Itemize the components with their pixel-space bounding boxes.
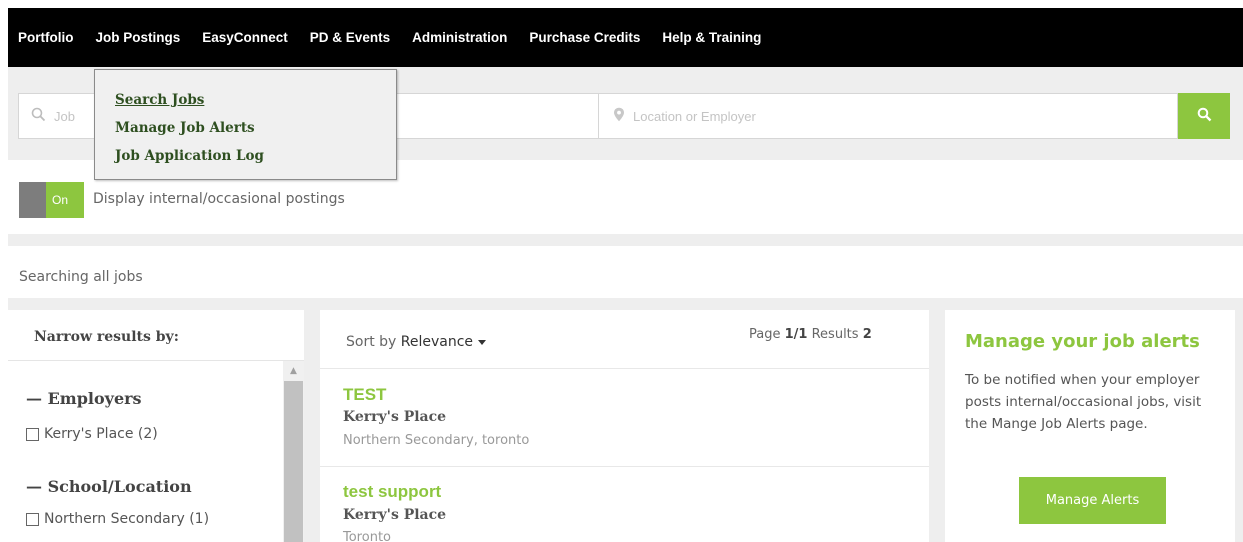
toggle-knob bbox=[19, 182, 46, 218]
location-employer-input[interactable]: Location or Employer bbox=[598, 93, 1178, 139]
job-postings-dropdown: Search Jobs Manage Job Alerts Job Applic… bbox=[94, 69, 397, 180]
nav-item-portfolio[interactable]: Portfolio bbox=[18, 30, 74, 45]
filter-scrollbar-thumb[interactable] bbox=[284, 381, 303, 542]
job-title-link[interactable]: test support bbox=[343, 482, 441, 502]
results-divider bbox=[320, 466, 929, 467]
scroll-up-arrow-icon[interactable]: ▲ bbox=[284, 363, 303, 379]
facet-option-northern-secondary[interactable]: Northern Secondary (1) bbox=[26, 511, 209, 527]
filter-panel-title: Narrow results by: bbox=[34, 329, 179, 345]
job-alerts-title: Manage your job alerts bbox=[965, 331, 1200, 352]
job-location: Northern Secondary, toronto bbox=[343, 433, 530, 448]
manage-alerts-button[interactable]: Manage Alerts bbox=[1019, 477, 1166, 524]
facet-title-school-location[interactable]: — School/Location bbox=[26, 477, 192, 496]
toggle-state-label: On bbox=[52, 193, 69, 207]
job-location: Toronto bbox=[343, 530, 391, 542]
nav-item-job-postings[interactable]: Job Postings bbox=[96, 30, 181, 45]
location-placeholder: Location or Employer bbox=[633, 108, 756, 124]
dropdown-item-manage-job-alerts[interactable]: Manage Job Alerts bbox=[115, 114, 376, 142]
page-value: 1/1 bbox=[784, 327, 808, 342]
searching-section bbox=[8, 246, 1243, 298]
checkbox[interactable] bbox=[26, 427, 39, 441]
dropdown-item-search-jobs[interactable]: Search Jobs bbox=[115, 86, 376, 114]
nav-item-easyconnect[interactable]: EasyConnect bbox=[202, 30, 288, 45]
map-pin-icon bbox=[613, 107, 625, 126]
checkbox[interactable] bbox=[26, 512, 39, 526]
sort-dropdown[interactable]: Sort by Relevance bbox=[346, 334, 487, 350]
sort-prefix: Sort by bbox=[346, 334, 397, 350]
nav-item-purchase-credits[interactable]: Purchase Credits bbox=[529, 30, 640, 45]
section-divider bbox=[8, 234, 1243, 246]
top-nav: Portfolio Job Postings EasyConnect PD & … bbox=[8, 8, 1243, 67]
job-employer: Kerry's Place bbox=[343, 409, 447, 425]
nav-item-help-training[interactable]: Help & Training bbox=[662, 30, 761, 45]
job-title-link[interactable]: TEST bbox=[343, 385, 386, 405]
sort-value: Relevance bbox=[400, 334, 474, 350]
job-employer: Kerry's Place bbox=[343, 507, 447, 523]
dropdown-item-job-application-log[interactable]: Job Application Log bbox=[115, 142, 376, 170]
filter-divider bbox=[8, 360, 304, 361]
internal-postings-toggle[interactable]: On bbox=[19, 182, 84, 218]
search-icon bbox=[1197, 107, 1212, 126]
facet-option-label: Kerry's Place (2) bbox=[44, 426, 158, 442]
facet-title-employers[interactable]: — Employers bbox=[26, 389, 142, 408]
facet-title-employers-label: Employers bbox=[47, 389, 142, 408]
facet-option-kerrys-place[interactable]: Kerry's Place (2) bbox=[26, 426, 158, 442]
dash-icon: — bbox=[26, 389, 42, 408]
results-prefix: Results bbox=[811, 327, 859, 342]
results-count: 2 bbox=[862, 327, 872, 342]
caret-down-icon bbox=[478, 339, 487, 345]
job-search-placeholder: Job bbox=[54, 108, 75, 124]
results-divider bbox=[320, 368, 929, 369]
nav-item-pd-events[interactable]: PD & Events bbox=[310, 30, 390, 45]
toggle-label: Display internal/occasional postings bbox=[93, 191, 345, 207]
search-icon bbox=[31, 107, 46, 126]
search-button[interactable] bbox=[1178, 93, 1230, 139]
top-navigation-bar: Portfolio Job Postings EasyConnect PD & … bbox=[8, 8, 1243, 67]
job-alerts-description: To be notified when your employer posts … bbox=[965, 372, 1202, 432]
pagination-info: Page 1/1 Results 2 bbox=[749, 327, 872, 342]
facet-title-school-location-label: School/Location bbox=[47, 477, 192, 496]
searching-status: Searching all jobs bbox=[19, 269, 143, 285]
dash-icon: — bbox=[26, 477, 42, 496]
facet-option-label: Northern Secondary (1) bbox=[44, 511, 210, 527]
nav-item-administration[interactable]: Administration bbox=[412, 30, 507, 45]
page-prefix: Page bbox=[749, 327, 781, 342]
